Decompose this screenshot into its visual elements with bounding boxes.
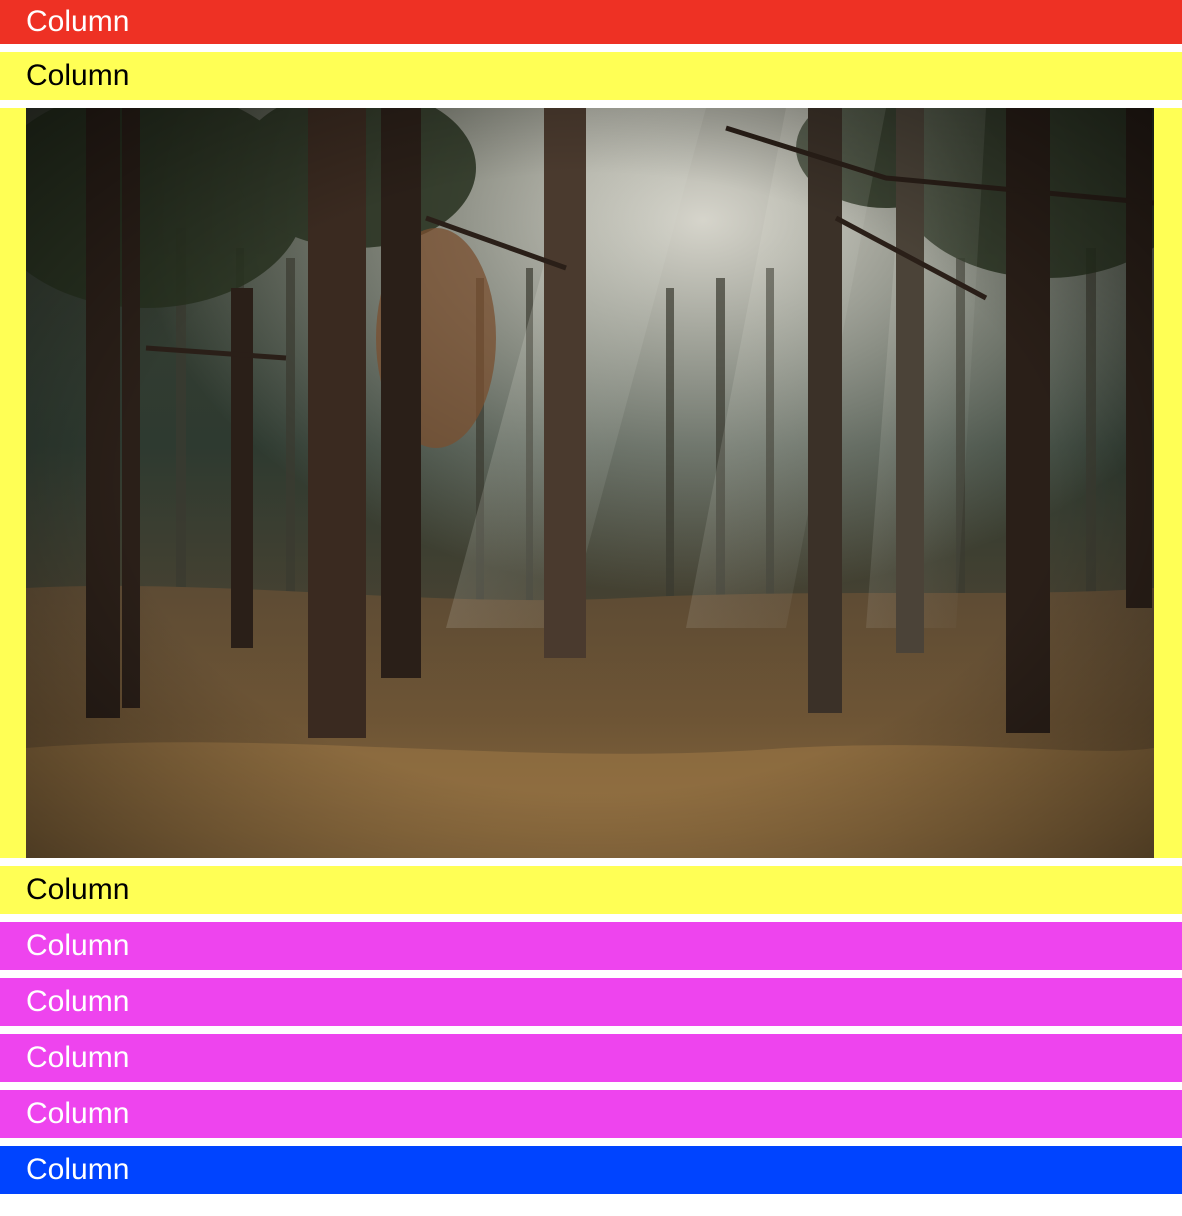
column-row-magenta-2: Column xyxy=(0,978,1182,1026)
column-row-magenta-4: Column xyxy=(0,1090,1182,1138)
column-label: Column xyxy=(26,985,130,1018)
column-label: Column xyxy=(26,5,130,38)
column-label: Column xyxy=(26,1041,130,1074)
column-label: Column xyxy=(26,1153,130,1186)
image-column xyxy=(0,108,1182,858)
column-label: Column xyxy=(26,1097,130,1130)
column-row-yellow-top: Column xyxy=(0,52,1182,100)
column-label: Column xyxy=(26,59,130,92)
column-label: Column xyxy=(26,929,130,962)
column-row-magenta-1: Column xyxy=(0,922,1182,970)
column-label: Column xyxy=(26,873,130,906)
column-row-red: Column xyxy=(0,0,1182,44)
column-row-blue: Column xyxy=(0,1146,1182,1194)
column-row-magenta-3: Column xyxy=(0,1034,1182,1082)
column-row-yellow-bottom: Column xyxy=(0,866,1182,914)
forest-photo xyxy=(26,108,1154,858)
